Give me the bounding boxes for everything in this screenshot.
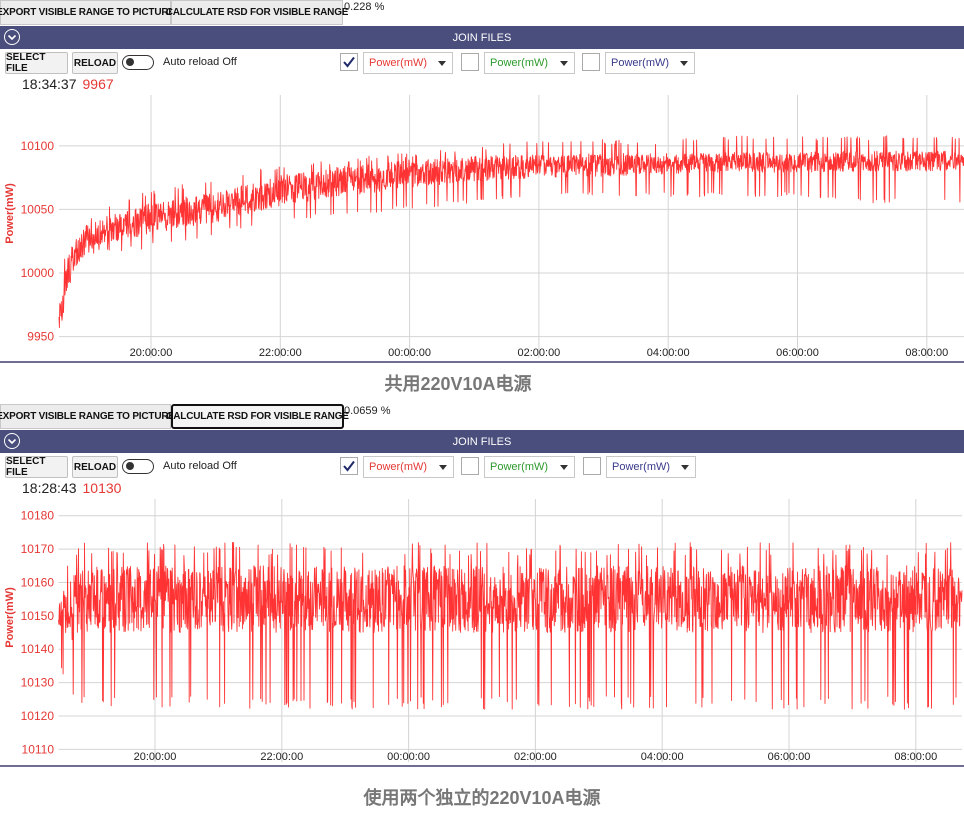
power-series-line [58,541,963,710]
x-tick-label: 08:00:00 [894,751,937,763]
dropdown-arrow-icon [438,61,446,66]
x-tick-label: 08:00:00 [905,347,948,359]
reload-button[interactable]: RELOAD [72,456,118,478]
power-monitor-panel-independent-supplies: 10110 10120 10130 10140 10150 10160 10170 10180… [0,404,964,768]
join-files-label: JOIN FILES [452,435,512,448]
file-controls: SELECT FILE RELOAD Auto reload Off Power… [0,50,964,76]
cursor-time: 18:34:37 [22,76,77,92]
reload-button[interactable]: RELOAD [72,52,118,74]
channel-1-label: Power(mW) [369,57,428,69]
channel-3-checkbox[interactable] [582,53,600,71]
export-toolbar: EXPORT VISIBLE RANGE TO PICTURE CALCULAT… [0,0,964,25]
rsd-value: 0.0659 % [344,405,391,417]
dropdown-arrow-icon [560,61,568,66]
channel-2-checkbox[interactable] [461,457,479,475]
y-axis-label: Power(mW) [4,183,16,244]
y-tick-label: 10120 [21,709,55,723]
channel-1-dropdown[interactable]: Power(mW) [363,52,453,74]
x-tick-label: 00:00:00 [387,751,430,763]
join-files-bar[interactable]: JOIN FILES [0,430,964,453]
y-tick-label: 10130 [21,676,55,690]
join-files-bar[interactable]: JOIN FILES [0,26,964,49]
channel-3-label: Power(mW) [611,57,670,69]
channel-2-label: Power(mW) [490,57,549,69]
x-tick-label: 06:00:00 [768,751,811,763]
channel-1-checkbox[interactable] [340,53,358,71]
dropdown-arrow-icon [680,61,688,66]
calculate-rsd-button[interactable]: CALCULATE RSD FOR VISIBLE RANGE [166,404,349,429]
channel-2-label: Power(mW) [490,461,549,473]
auto-reload-toggle[interactable] [122,55,154,70]
export-visible-range-button[interactable]: EXPORT VISIBLE RANGE TO PICTURE [0,404,175,429]
y-tick-label: 10110 [22,742,55,756]
y-tick-label: 10000 [21,266,55,280]
select-file-button[interactable]: SELECT FILE [5,456,68,478]
channel-1-label: Power(mW) [369,461,428,473]
x-tick-label: 20:00:00 [134,751,177,763]
y-tick-label: 10100 [21,139,55,153]
cursor-readout: 18:28:43 10130 [22,480,121,496]
toggle-knob [126,462,134,470]
y-tick-label: 10180 [21,509,55,523]
checkmark-icon [343,56,355,68]
power-monitor-panel-shared-supply: 9950 10000 10050 10100 20:00:00 22:00:00 00:00… [0,0,964,364]
collapse-chevron-icon[interactable] [4,433,20,449]
dropdown-arrow-icon [681,465,689,470]
x-tick-label: 22:00:00 [259,347,302,359]
channel-2-dropdown[interactable]: Power(mW) [484,52,575,74]
cursor-readout: 18:34:37 9967 [22,76,114,92]
file-controls: SELECT FILE RELOAD Auto reload Off Power… [0,454,964,480]
cursor-time: 18:28:43 [22,480,77,496]
x-tick-label: 02:00:00 [517,347,560,359]
channel-3-checkbox[interactable] [583,457,601,475]
channel-1-dropdown[interactable]: Power(mW) [363,456,454,478]
chart-caption: 使用两个独立的220V10A电源 [363,788,601,808]
dropdown-arrow-icon [560,465,568,470]
auto-reload-label: Auto reload Off [163,460,237,472]
collapse-chevron-icon[interactable] [4,29,20,45]
x-tick-label: 06:00:00 [776,347,819,359]
y-tick-label: 10150 [21,609,55,623]
y-tick-label: 10140 [21,642,55,656]
select-file-button[interactable]: SELECT FILE [5,52,68,74]
export-visible-range-button[interactable]: EXPORT VISIBLE RANGE TO PICTURE [0,0,175,25]
rsd-value: 0.228 % [344,1,385,13]
x-tick-label: 04:00:00 [641,751,684,763]
channel-2-dropdown[interactable]: Power(mW) [484,456,575,478]
dropdown-arrow-icon [439,465,447,470]
x-tick-label: 04:00:00 [647,347,690,359]
channel-3-dropdown[interactable]: Power(mW) [606,456,696,478]
power-series-line [58,135,964,329]
channel-1-checkbox[interactable] [340,457,358,475]
export-toolbar: EXPORT VISIBLE RANGE TO PICTURE CALCULAT… [0,404,964,429]
channel-3-dropdown[interactable]: Power(mW) [605,52,695,74]
y-tick-label: 10160 [21,575,55,589]
calculate-rsd-button[interactable]: CALCULATE RSD FOR VISIBLE RANGE [166,0,348,25]
auto-reload-toggle[interactable] [122,459,154,474]
y-tick-label: 10170 [21,542,55,556]
cursor-value: 10130 [82,480,122,496]
auto-reload-label: Auto reload Off [163,56,237,68]
y-tick-label: 9950 [27,330,54,344]
y-tick-label: 10050 [21,202,55,216]
y-axis-label: Power(mW) [4,587,16,648]
channel-2-checkbox[interactable] [461,53,479,71]
toggle-knob [126,58,134,66]
chart-caption: 共用220V10A电源 [384,374,532,394]
cursor-value: 9967 [82,76,114,92]
channel-3-label: Power(mW) [612,461,671,473]
checkmark-icon [343,460,355,472]
x-tick-label: 20:00:00 [130,347,173,359]
x-tick-label: 22:00:00 [260,751,303,763]
x-tick-label: 02:00:00 [514,751,557,763]
join-files-label: JOIN FILES [452,31,512,44]
x-tick-label: 00:00:00 [388,347,431,359]
